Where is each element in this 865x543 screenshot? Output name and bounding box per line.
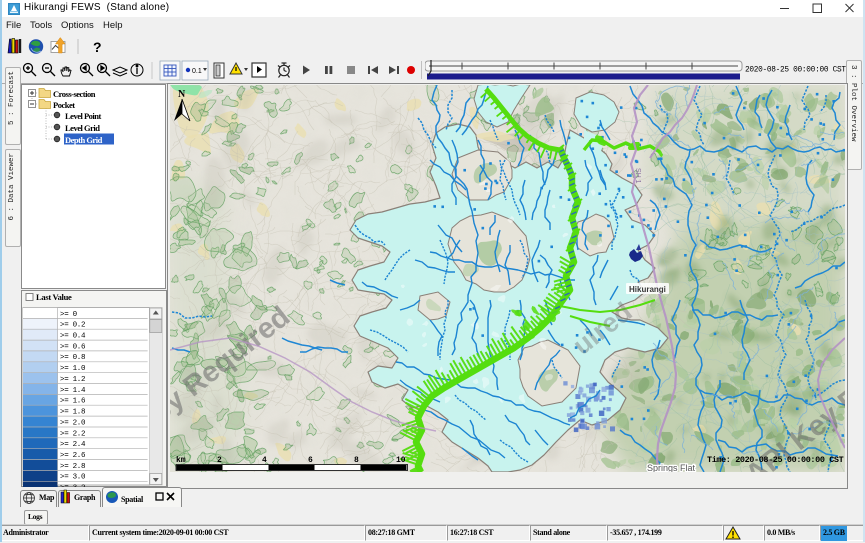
svg-text:>= 0: >= 0 bbox=[60, 311, 78, 319]
svg-text:>= 0.6: >= 0.6 bbox=[60, 343, 86, 351]
svg-text:>= 0.8: >= 0.8 bbox=[60, 354, 85, 362]
svg-text:>= 2.4: >= 2.4 bbox=[60, 441, 86, 449]
svg-text:>= 1.0: >= 1.0 bbox=[60, 365, 86, 373]
svg-text:>= 0.2: >= 0.2 bbox=[60, 322, 85, 330]
svg-text:>= 2.6: >= 2.6 bbox=[60, 452, 86, 460]
svg-text:>= 2.0: >= 2.0 bbox=[60, 419, 86, 427]
svg-text:>= 0.4: >= 0.4 bbox=[60, 333, 86, 341]
svg-text:N: N bbox=[178, 89, 186, 100]
svg-text:6: 6 bbox=[308, 456, 313, 465]
svg-text:>= 1.6: >= 1.6 bbox=[60, 398, 86, 406]
svg-text:>= 2.8: >= 2.8 bbox=[60, 463, 85, 471]
svg-text:0.1: 0.1 bbox=[192, 68, 202, 75]
svg-text:Time: 2020-08-25 00:00:00 CST: Time: 2020-08-25 00:00:00 CST bbox=[707, 455, 844, 465]
svg-text:SH 1: SH 1 bbox=[634, 168, 641, 184]
svg-text:>= 2.2: >= 2.2 bbox=[60, 430, 85, 438]
svg-text:4: 4 bbox=[262, 456, 267, 465]
svg-text:>= 3.0: >= 3.0 bbox=[60, 474, 86, 482]
svg-text:Springs Flat: Springs Flat bbox=[647, 463, 696, 472]
svg-text:>= 1.8: >= 1.8 bbox=[60, 409, 85, 417]
svg-text:2020-08-25 00:00:00 CST: 2020-08-25 00:00:00 CST bbox=[745, 67, 846, 75]
svg-text:?: ? bbox=[93, 39, 102, 55]
svg-text:10: 10 bbox=[396, 456, 406, 465]
svg-text:2: 2 bbox=[217, 456, 222, 465]
svg-text:>= 1.4: >= 1.4 bbox=[60, 387, 86, 395]
svg-text:>= 1.2: >= 1.2 bbox=[60, 376, 85, 384]
svg-text:km: km bbox=[176, 456, 186, 465]
svg-text:Hikurangi: Hikurangi bbox=[629, 285, 666, 294]
svg-text:8: 8 bbox=[354, 456, 359, 465]
